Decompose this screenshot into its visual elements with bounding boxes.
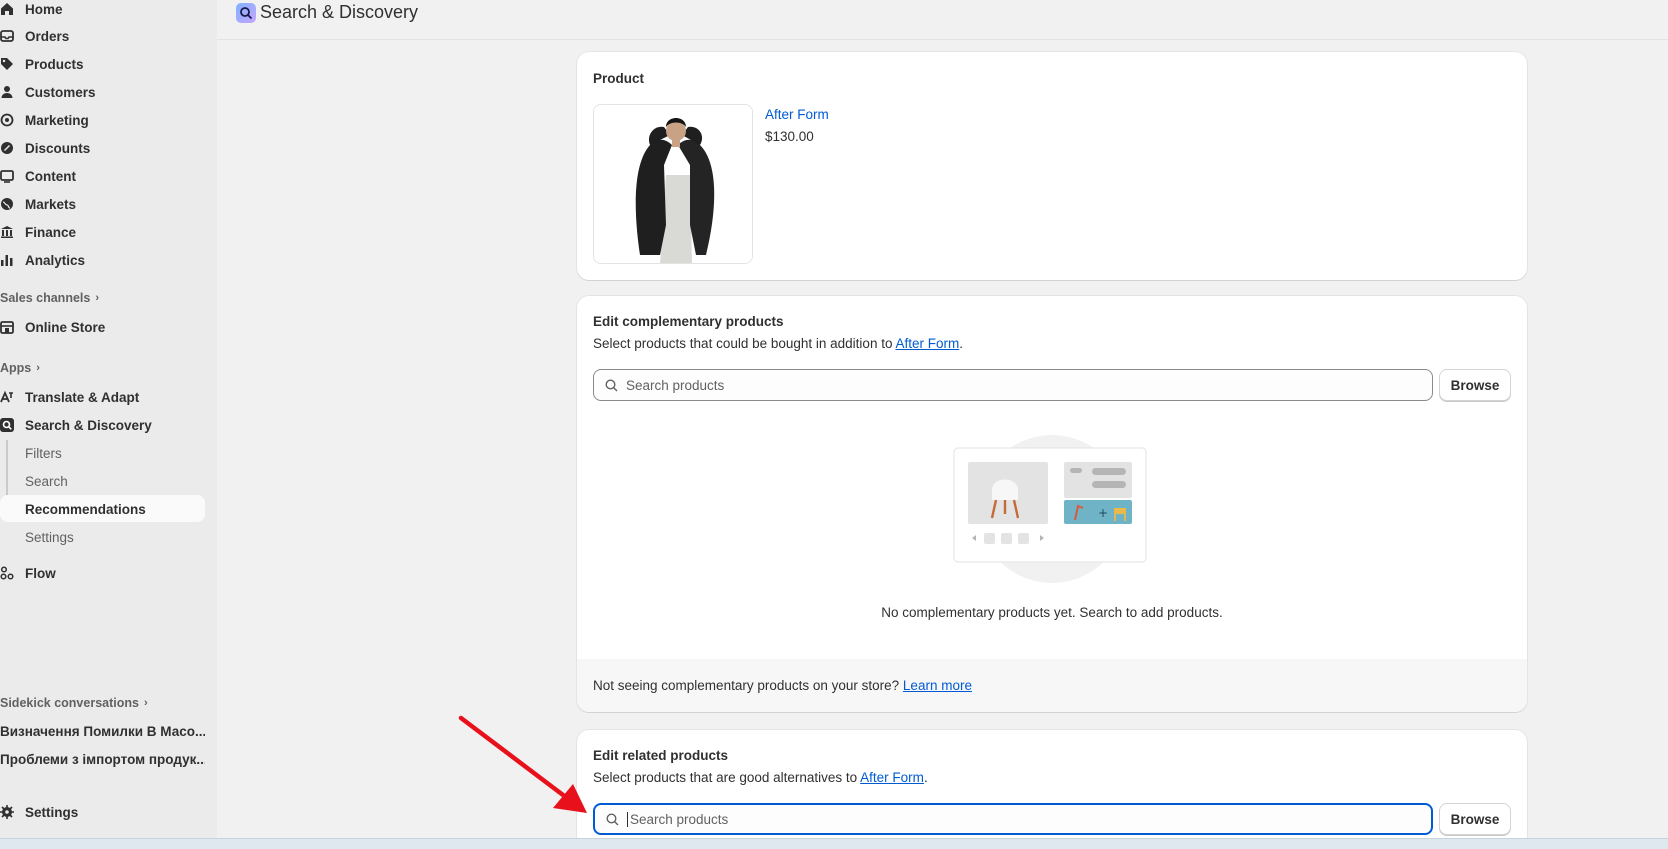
learn-more-link[interactable]: Learn more [903,678,972,693]
nav-settings-label: Settings [25,804,79,820]
nav-flow-label: Flow [25,565,56,581]
sub-search[interactable]: Search [25,468,68,494]
nav-discounts[interactable]: Discounts [0,135,90,161]
complementary-description: Select products that could be bought in … [593,336,963,351]
content-icon [0,169,14,183]
complementary-browse-button[interactable]: Browse [1439,369,1511,401]
sub-recommendations[interactable]: Recommendations [25,496,146,522]
nav-discounts-label: Discounts [25,140,91,156]
home-icon [0,2,14,16]
conversation-item[interactable]: Проблеми з імпортом продук... [0,752,205,767]
nav-online-store-label: Online Store [25,319,106,335]
tag-icon [0,57,14,71]
related-title: Edit related products [593,748,729,763]
search-icon [605,378,618,391]
page-header: Search & Discovery [236,2,418,23]
gear-icon [0,805,14,819]
svg-text:+: + [1098,506,1108,520]
nav-home-label: Home [25,1,63,17]
search-discovery-app-icon [236,2,256,23]
chevron-right-icon: › [36,362,40,374]
sidebar: Home Orders Products Customers Marketing… [0,0,217,838]
chevron-right-icon: › [95,292,99,304]
complementary-products-card: Edit complementary products Select produ… [577,296,1527,712]
nav-settings[interactable]: Settings [0,799,78,825]
sub-filters[interactable]: Filters [25,440,62,466]
nav-content[interactable]: Content [0,163,76,189]
flow-icon [0,566,14,580]
search-placeholder: Search products [630,811,729,827]
conversation-item[interactable]: Визначення Помилки В Масо... [0,724,205,739]
nav-finance[interactable]: Finance [0,219,76,245]
complementary-footer: Not seeing complementary products on you… [577,659,1527,712]
nav-finance-label: Finance [25,224,77,240]
related-products-card: Edit related products Select products th… [577,730,1527,849]
nav-search-discovery-label: Search & Discovery [25,417,152,433]
inbox-icon [0,29,14,43]
product-name-link[interactable]: After Form [765,107,829,122]
after-form-link[interactable]: After Form [860,770,924,785]
taskbar-strip [0,838,1668,849]
bank-icon [0,225,14,239]
product-thumbnail[interactable] [593,104,753,264]
sidekick-conversations-label[interactable]: Sidekick conversations › [0,696,148,710]
nav-markets[interactable]: Markets [0,191,76,217]
bar-chart-icon [0,253,14,267]
complementary-title: Edit complementary products [593,314,784,329]
search-placeholder: Search products [626,377,725,393]
nav-online-store[interactable]: Online Store [0,314,105,340]
header-divider [217,39,1668,40]
sub-settings[interactable]: Settings [25,524,74,550]
search-icon [606,812,619,825]
nav-flow[interactable]: Flow [0,560,56,586]
chevron-right-icon: › [143,697,148,709]
discount-icon [0,141,14,155]
text-caret [627,811,628,827]
nav-marketing[interactable]: Marketing [0,107,89,133]
search-discovery-icon [0,418,14,432]
store-icon [0,320,14,334]
nav-translate-label: Translate & Adapt [25,389,140,405]
translate-icon [0,390,14,404]
globe-icon [0,197,14,211]
nav-marketing-label: Marketing [25,112,89,128]
nav-customers-label: Customers [25,84,96,100]
nav-analytics-label: Analytics [25,252,86,268]
empty-state-illustration: + [953,435,1147,583]
apps-label[interactable]: Apps › [0,361,40,375]
person-icon [0,85,14,99]
nav-analytics[interactable]: Analytics [0,247,85,273]
product-card-title: Product [593,71,645,86]
related-description: Select products that are good alternativ… [593,770,928,785]
complementary-empty-message: No complementary products yet. Search to… [881,605,1223,620]
related-search-input[interactable]: Search products [593,803,1433,835]
complementary-search-input[interactable]: Search products [593,369,1433,401]
related-browse-button[interactable]: Browse [1439,803,1511,835]
nav-markets-label: Markets [25,196,77,212]
target-icon [0,113,14,127]
nav-products[interactable]: Products [0,51,84,77]
product-price: $130.00 [765,129,814,144]
sales-channels-label[interactable]: Sales channels › [0,291,99,305]
nav-products-label: Products [25,56,84,72]
red-arrow-annotation [458,715,587,813]
page-title: Search & Discovery [260,2,419,22]
nav-search-discovery[interactable]: Search & Discovery [0,412,152,438]
product-card: Product After Form $130.00 [577,52,1527,280]
nav-home[interactable]: Home [0,0,63,22]
nav-orders-label: Orders [25,28,70,44]
nav-content-label: Content [25,168,76,184]
after-form-link[interactable]: After Form [895,336,959,351]
nav-translate-adapt[interactable]: Translate & Adapt [0,384,139,410]
nav-customers[interactable]: Customers [0,79,96,105]
nav-orders[interactable]: Orders [0,23,69,49]
